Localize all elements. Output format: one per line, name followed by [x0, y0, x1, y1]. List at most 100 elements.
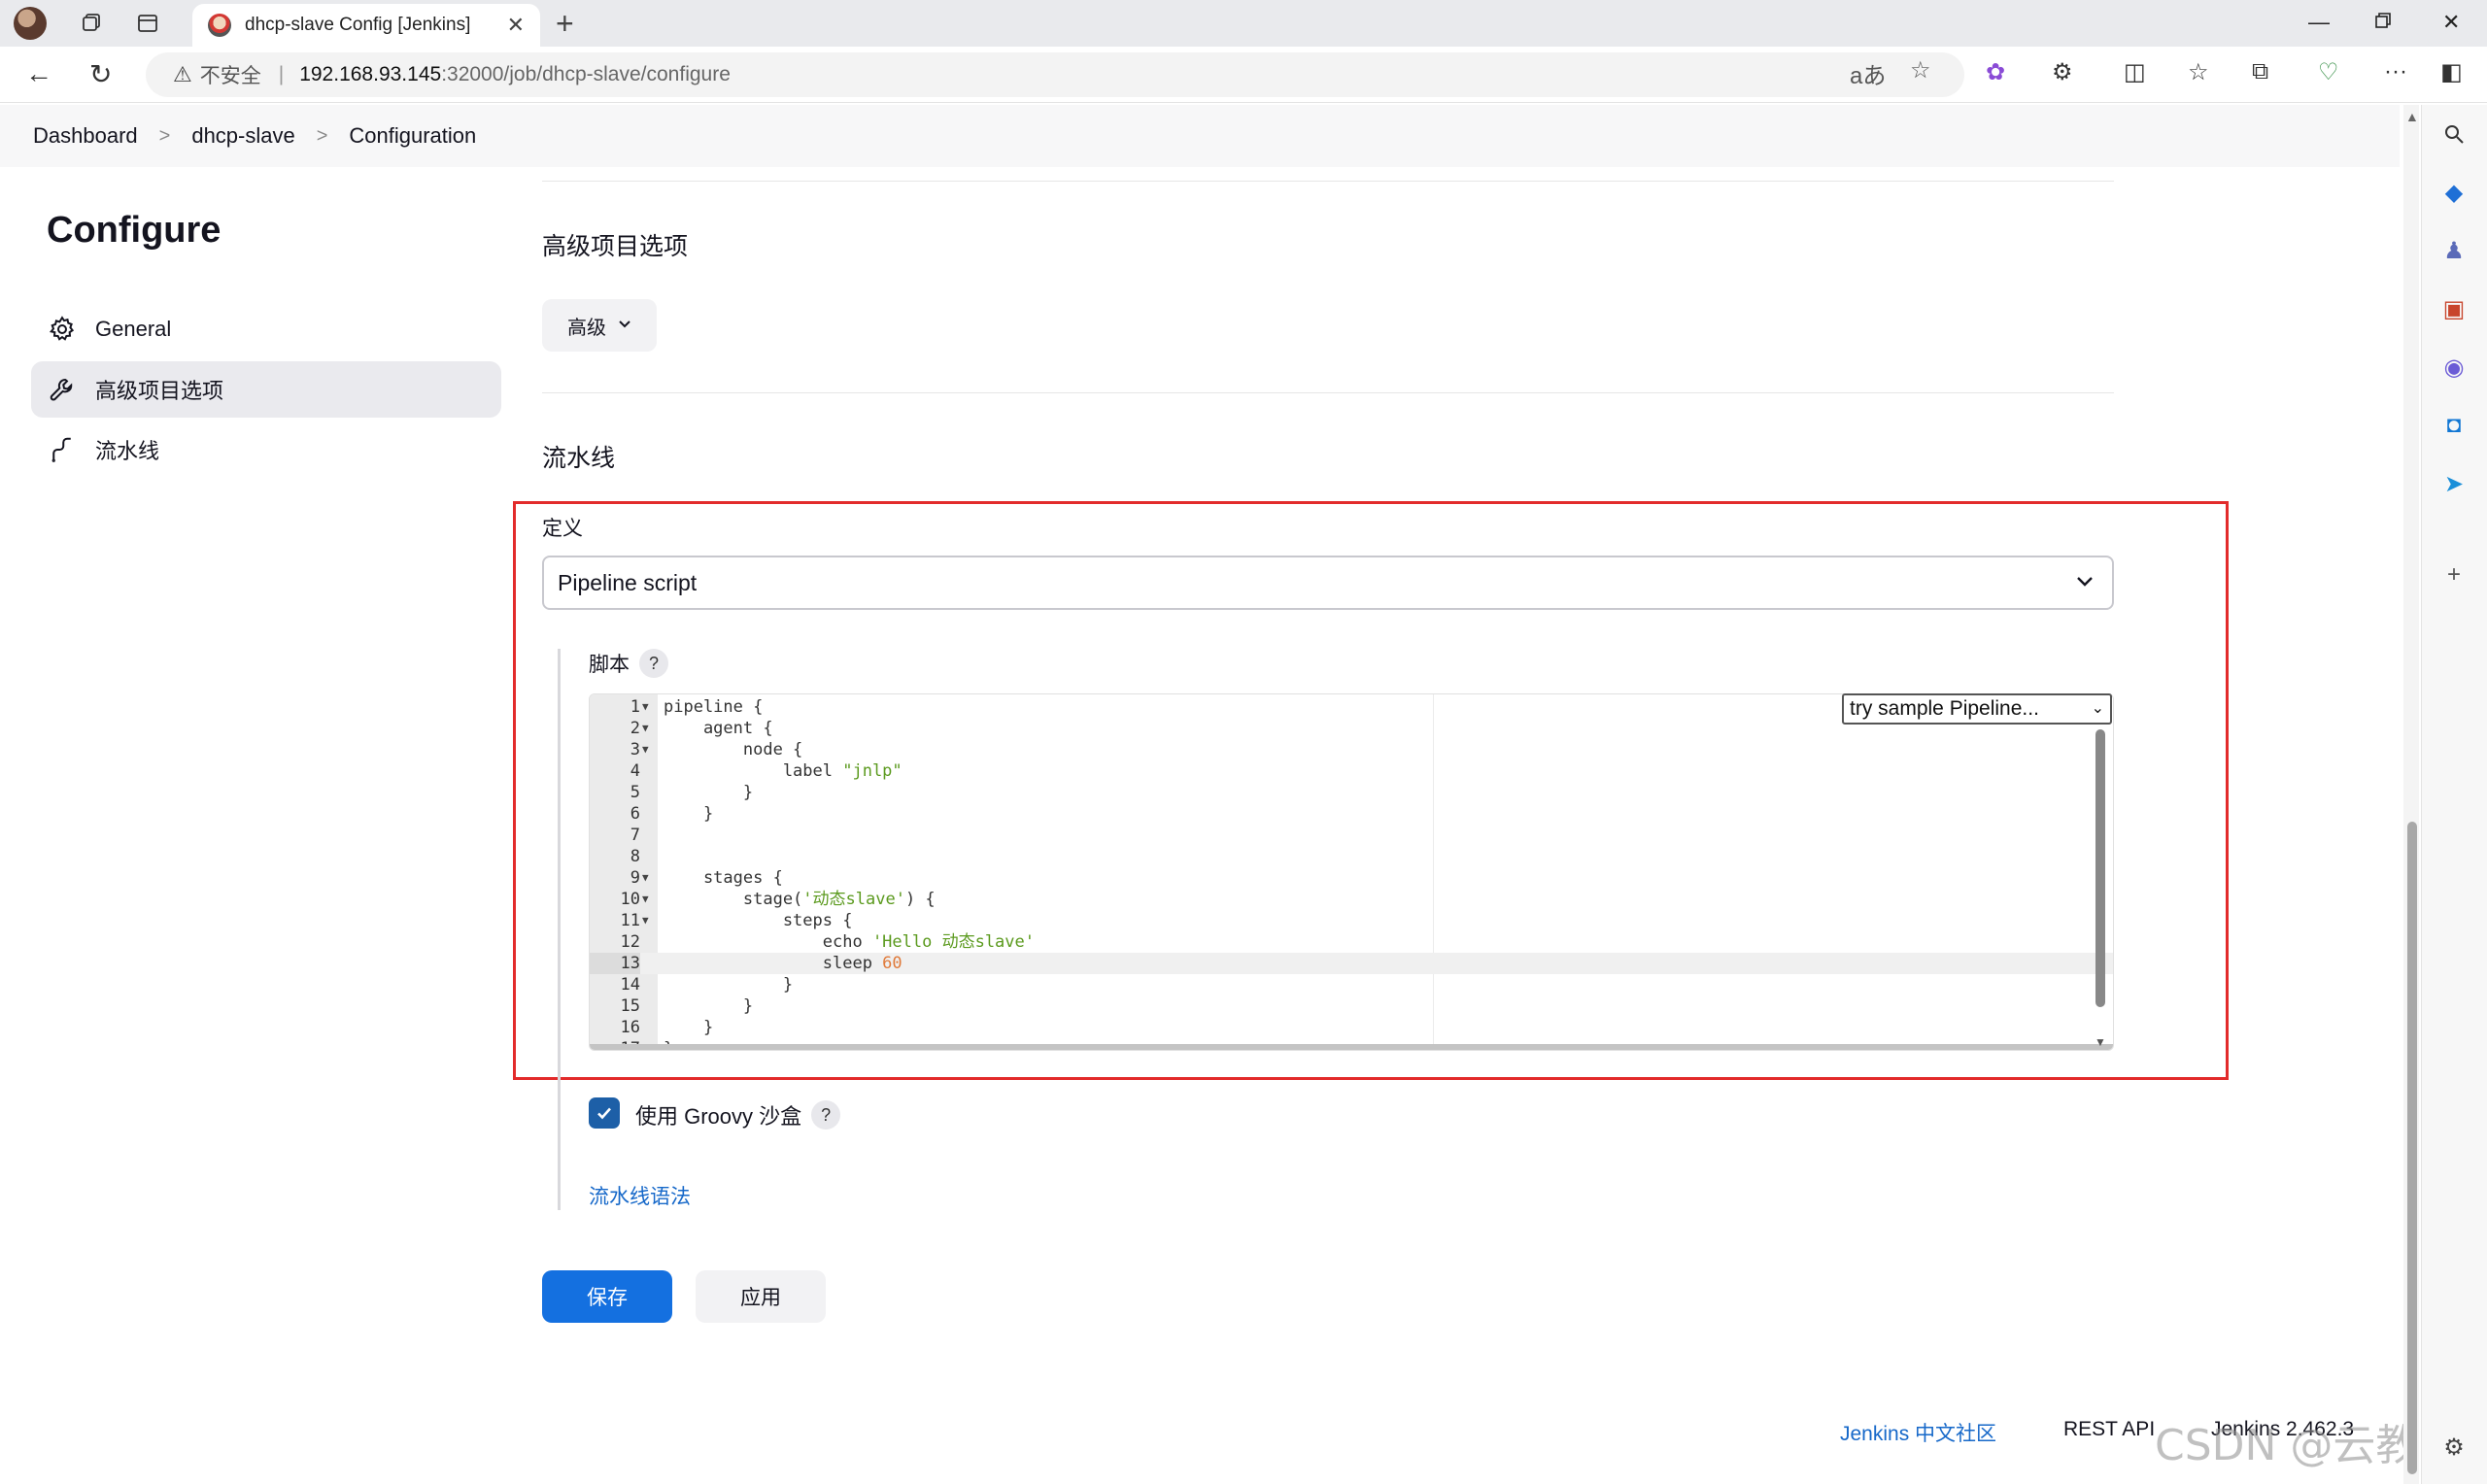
- tab-title: dhcp-slave Config [Jenkins]: [245, 15, 471, 35]
- tab-close-icon[interactable]: ✕: [507, 13, 525, 38]
- favorite-star-icon[interactable]: ☆: [1910, 56, 1931, 84]
- fold-arrow-icon[interactable]: ▼: [642, 696, 649, 718]
- page-scrollbar-thumb[interactable]: [2407, 822, 2417, 1474]
- code-text: sleep 60: [664, 954, 903, 973]
- apply-button[interactable]: 应用: [696, 1270, 826, 1323]
- sidebar-toggle-icon[interactable]: ◧: [2440, 58, 2463, 86]
- games-icon[interactable]: ♟: [2438, 235, 2470, 266]
- code-line[interactable]: 10 ▼ stage('动态slave') {: [590, 889, 2113, 910]
- chevron-right-icon: >: [158, 124, 171, 147]
- minimize-icon[interactable]: —: [2308, 10, 2330, 35]
- pipeline-icon: [47, 434, 78, 465]
- line-number: 2: [630, 719, 640, 738]
- code-line[interactable]: 9 ▼ stages {: [590, 867, 2113, 889]
- shopping-tag-icon[interactable]: ◆: [2438, 177, 2470, 208]
- url-separator: |: [278, 63, 285, 85]
- nested-indent-bar: [558, 649, 561, 1210]
- breadcrumb-configuration[interactable]: Configuration: [349, 123, 476, 149]
- pipeline-syntax-link[interactable]: 流水线语法: [589, 1181, 691, 1210]
- back-icon[interactable]: ←: [25, 58, 52, 89]
- url-path: :32000/job/dhcp-slave/configure: [441, 63, 731, 85]
- editor-horizontal-scrollbar[interactable]: [590, 1044, 2113, 1050]
- browser-essentials-icon[interactable]: ♡: [2318, 58, 2339, 86]
- collections-icon[interactable]: ⧉: [2252, 58, 2268, 85]
- add-icon[interactable]: +: [2438, 559, 2470, 590]
- advanced-button-label: 高级: [567, 317, 606, 339]
- line-number: 9: [630, 868, 640, 888]
- code-text: pipeline {: [664, 697, 764, 717]
- split-screen-icon[interactable]: ◫: [2124, 58, 2146, 86]
- rest-api-link[interactable]: REST API: [2063, 1418, 2155, 1441]
- code-line[interactable]: 4 label "jnlp": [590, 760, 2113, 782]
- jenkins-community-link[interactable]: Jenkins 中文社区: [1840, 1418, 1996, 1447]
- extensions-icon[interactable]: ⚙: [2052, 58, 2073, 86]
- address-toolbar: ← ↻ ⚠ 不安全 | 192.168.93.145 :32000/job/dh…: [0, 47, 2487, 103]
- code-line[interactable]: 7: [590, 825, 2113, 846]
- code-text: node {: [664, 740, 803, 759]
- sidebar-item-pipeline[interactable]: 流水线: [31, 422, 501, 478]
- code-line[interactable]: 11 ▼ steps {: [590, 910, 2113, 931]
- code-line[interactable]: 5 }: [590, 782, 2113, 803]
- more-menu-icon[interactable]: ···: [2384, 58, 2407, 85]
- favorites-icon[interactable]: ☆: [2188, 58, 2209, 86]
- advanced-button[interactable]: 高级: [542, 299, 657, 352]
- breadcrumb-dashboard[interactable]: Dashboard: [33, 123, 138, 149]
- active-tab[interactable]: dhcp-slave Config [Jenkins] ✕: [192, 4, 540, 47]
- code-line[interactable]: 8: [590, 846, 2113, 867]
- close-window-icon[interactable]: ✕: [2442, 10, 2460, 35]
- vertical-tabs-icon[interactable]: [132, 8, 163, 39]
- try-sample-pipeline-select[interactable]: try sample Pipeline... ⌄: [1842, 693, 2112, 725]
- code-line[interactable]: 6 }: [590, 803, 2113, 825]
- fold-arrow-icon[interactable]: ▼: [642, 910, 649, 931]
- outlook-icon[interactable]: ◘: [2438, 410, 2470, 441]
- restore-icon[interactable]: [2374, 10, 2392, 35]
- new-tab-button[interactable]: +: [556, 8, 574, 39]
- search-icon[interactable]: [2438, 118, 2470, 150]
- scroll-up-arrow-icon[interactable]: ▲: [2405, 109, 2419, 124]
- microsoft365-icon[interactable]: ◉: [2438, 352, 2470, 383]
- groovy-sandbox-checkbox[interactable]: [589, 1097, 620, 1129]
- sidebar-item-label: 流水线: [95, 439, 160, 463]
- code-text: }: [664, 783, 754, 802]
- scroll-down-arrow-icon[interactable]: ▼: [2095, 1035, 2106, 1049]
- read-aloud-icon[interactable]: aあ: [1850, 56, 1886, 90]
- line-number: 11: [620, 911, 640, 930]
- code-line[interactable]: 16 }: [590, 1017, 2113, 1038]
- fold-arrow-icon[interactable]: ▼: [642, 867, 649, 889]
- toolbox-icon[interactable]: ▣: [2438, 293, 2470, 324]
- pipeline-script-editor[interactable]: 1 ▼ pipeline {2 ▼ agent {3 ▼ node {4 label "…: [589, 693, 2114, 1051]
- code-line[interactable]: 12 echo 'Hello 动态slave': [590, 931, 2113, 953]
- code-text: }: [664, 804, 714, 824]
- code-line[interactable]: 15 }: [590, 995, 2113, 1017]
- code-line[interactable]: 14 }: [590, 974, 2113, 995]
- drop-icon[interactable]: ➤: [2438, 468, 2470, 499]
- help-icon[interactable]: ?: [639, 649, 668, 678]
- copilot-icon[interactable]: ✿: [1986, 58, 2005, 86]
- line-number: 5: [630, 783, 640, 802]
- address-bar[interactable]: ⚠ 不安全 | 192.168.93.145 :32000/job/dhcp-s…: [146, 52, 1964, 97]
- line-number: 3: [630, 740, 640, 759]
- editor-vertical-scrollbar[interactable]: [2095, 729, 2105, 1007]
- code-text: echo 'Hello 动态slave': [664, 932, 1035, 952]
- section-divider: [542, 181, 2114, 182]
- refresh-icon[interactable]: ↻: [89, 58, 112, 90]
- code-text: }: [664, 1018, 714, 1037]
- sidebar-item-advanced[interactable]: 高级项目选项: [31, 361, 501, 418]
- code-line[interactable]: 3 ▼ node {: [590, 739, 2113, 760]
- browser-tab-bar: dhcp-slave Config [Jenkins] ✕ + — ✕: [0, 0, 2487, 47]
- code-text: }: [664, 996, 754, 1016]
- workspaces-icon[interactable]: [76, 8, 107, 39]
- fold-arrow-icon[interactable]: ▼: [642, 889, 649, 910]
- save-button[interactable]: 保存: [542, 1270, 672, 1323]
- help-icon[interactable]: ?: [811, 1100, 841, 1130]
- settings-icon[interactable]: ⚙: [2438, 1432, 2470, 1463]
- definition-select[interactable]: Pipeline script: [542, 556, 2114, 610]
- code-line[interactable]: 13 sleep 60: [590, 953, 2113, 974]
- profile-avatar[interactable]: [14, 7, 47, 40]
- sidebar-item-label: 高级项目选项: [95, 379, 224, 403]
- sidebar-item-general[interactable]: General: [31, 301, 501, 357]
- line-number: 8: [630, 847, 640, 866]
- fold-arrow-icon[interactable]: ▼: [642, 739, 649, 760]
- breadcrumb-job[interactable]: dhcp-slave: [191, 123, 294, 149]
- fold-arrow-icon[interactable]: ▼: [642, 718, 649, 739]
